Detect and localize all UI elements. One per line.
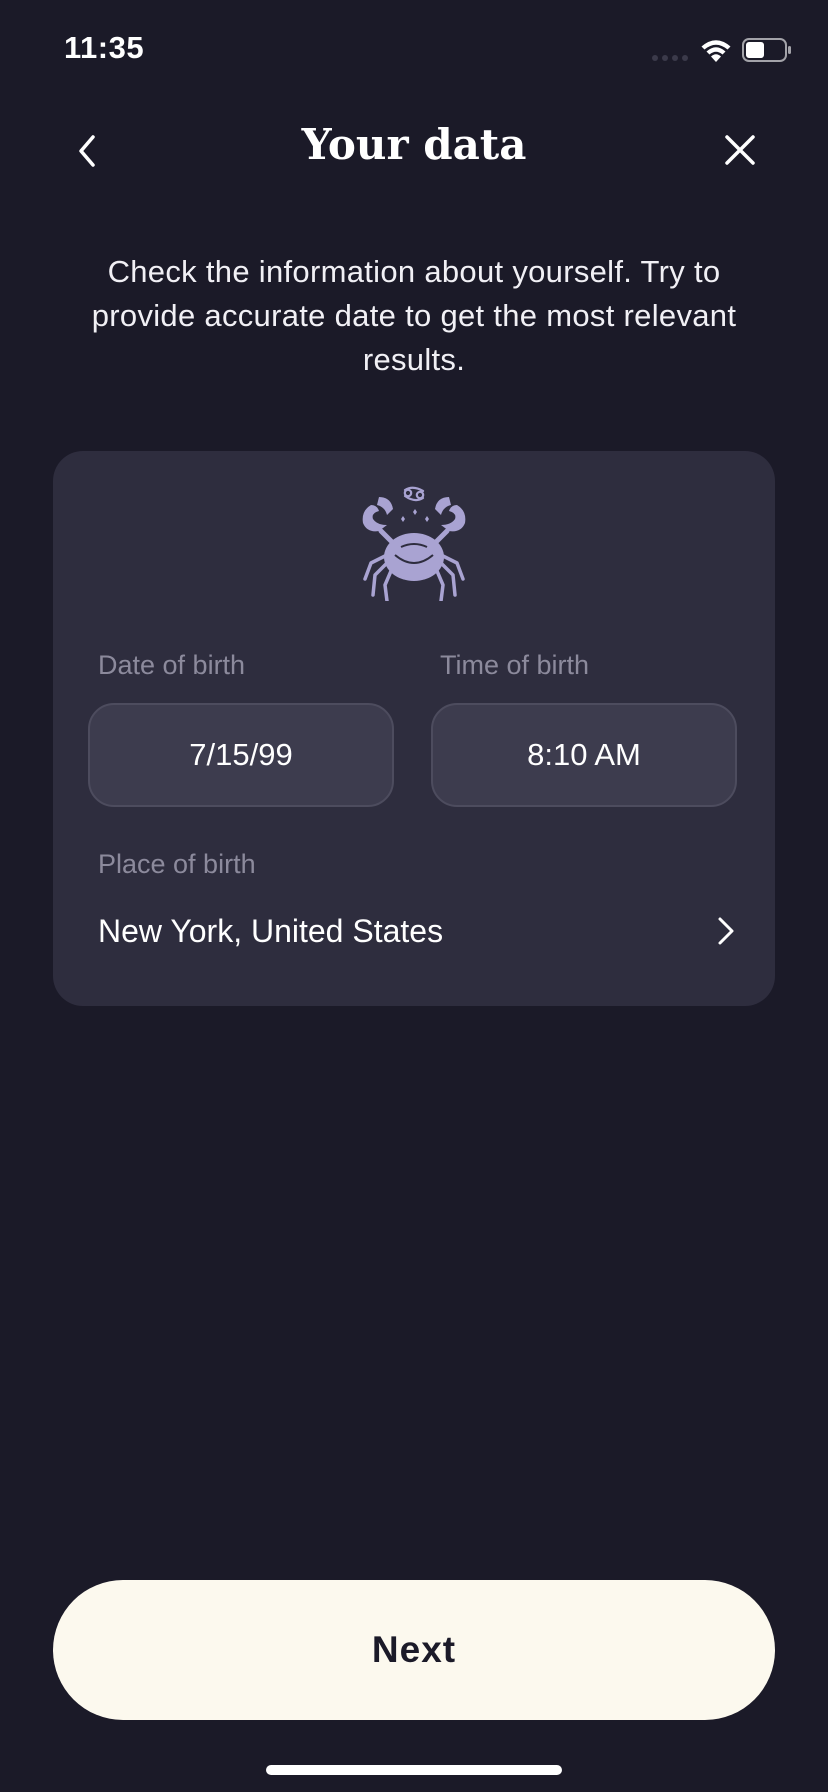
time-of-birth-value: 8:10 AM bbox=[527, 737, 641, 772]
close-icon bbox=[725, 135, 755, 165]
signal-icon bbox=[652, 55, 688, 61]
date-of-birth-label: Date of birth bbox=[98, 650, 246, 680]
wifi-icon bbox=[701, 40, 731, 62]
place-of-birth-value: New York, United States bbox=[98, 912, 444, 949]
status-time: 11:35 bbox=[64, 30, 145, 65]
place-of-birth-row[interactable]: New York, United States bbox=[98, 901, 738, 961]
date-of-birth-value: 7/15/99 bbox=[189, 737, 293, 772]
home-indicator bbox=[266, 1765, 562, 1775]
cancer-crab-icon bbox=[362, 486, 466, 601]
status-bar: 11:35 bbox=[0, 0, 828, 100]
battery-icon bbox=[742, 38, 791, 62]
nav-header: Your data bbox=[0, 110, 828, 190]
place-of-birth-label: Place of birth bbox=[98, 849, 256, 879]
birth-data-card: Date of birth Time of birth 7/15/99 8:10… bbox=[53, 451, 775, 1006]
page-title: Your data bbox=[301, 120, 527, 169]
time-of-birth-label: Time of birth bbox=[440, 650, 590, 680]
close-button[interactable] bbox=[714, 124, 766, 176]
date-of-birth-field[interactable]: 7/15/99 bbox=[88, 703, 394, 807]
time-of-birth-field[interactable]: 8:10 AM bbox=[431, 703, 737, 807]
chevron-right-icon bbox=[718, 917, 734, 945]
next-button[interactable]: Next bbox=[53, 1580, 775, 1720]
intro-text: Check the information about yourself. Tr… bbox=[91, 254, 737, 377]
